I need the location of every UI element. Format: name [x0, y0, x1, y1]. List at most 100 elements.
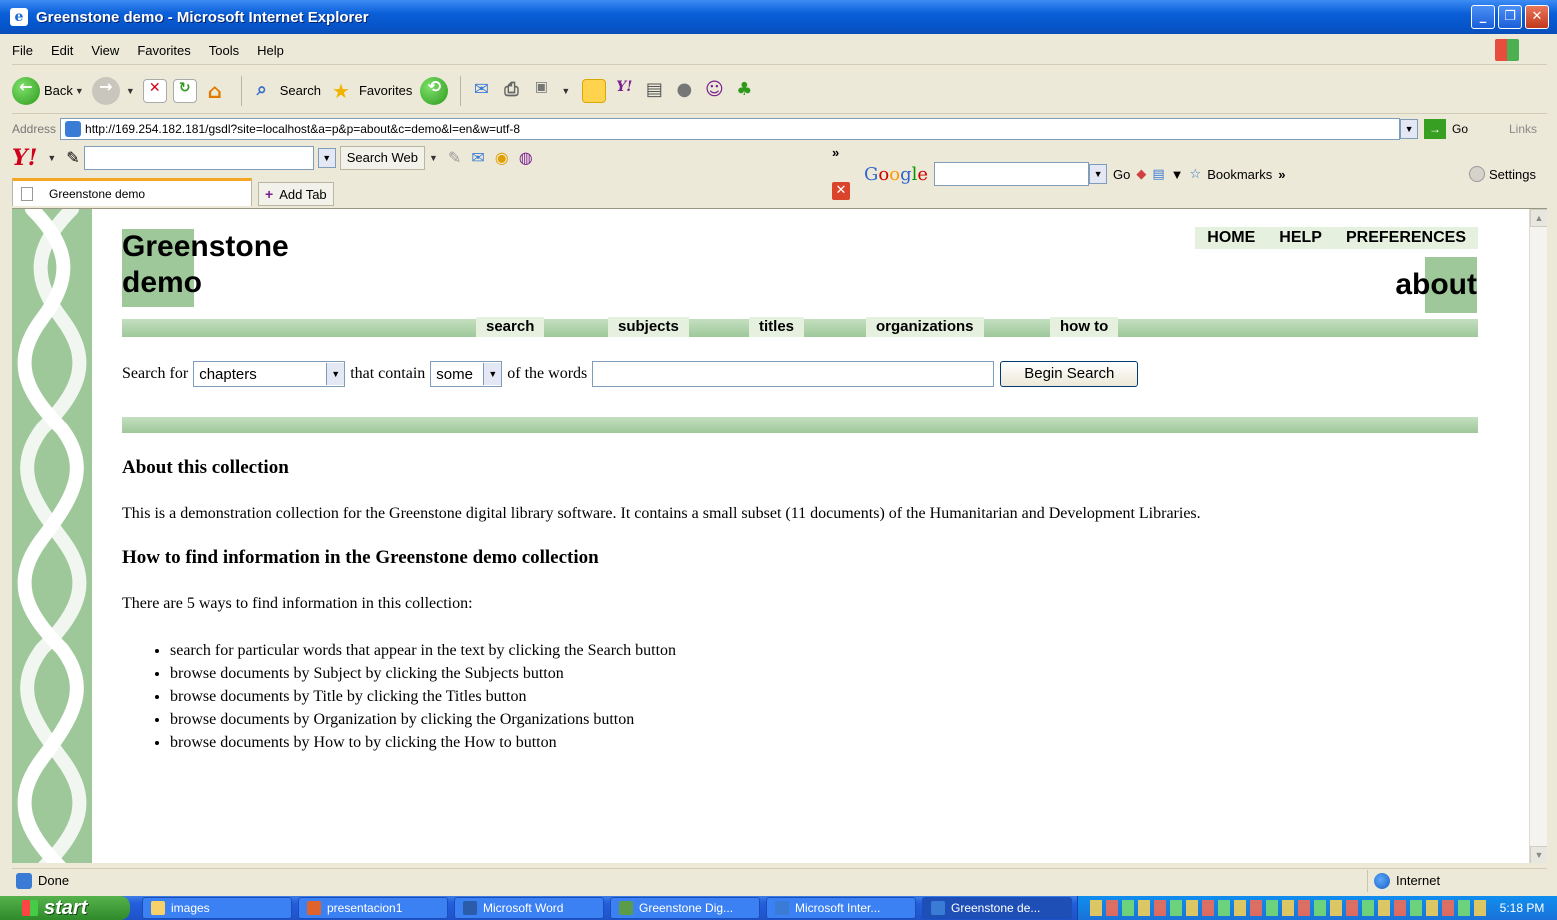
- messenger-icon[interactable]: ●: [672, 79, 696, 103]
- start-label: start: [44, 896, 88, 919]
- chevron-down-icon[interactable]: ▼: [429, 153, 438, 163]
- pencil-icon[interactable]: ✎: [66, 148, 79, 168]
- antispy-icon[interactable]: ◍: [519, 148, 533, 168]
- pagerank-icon[interactable]: ◆: [1136, 166, 1146, 182]
- nav-preferences[interactable]: PREFERENCES: [1334, 227, 1478, 249]
- begin-search-button[interactable]: Begin Search: [1000, 361, 1139, 387]
- google-logo-icon[interactable]: Google: [864, 164, 928, 185]
- menu-help[interactable]: Help: [257, 43, 284, 58]
- address-dropdown[interactable]: ▼: [1400, 118, 1419, 139]
- add-tab-button[interactable]: + Add Tab: [258, 182, 334, 206]
- search-index-select[interactable]: chapters ▼: [193, 361, 346, 387]
- google-settings-button[interactable]: Settings: [1469, 166, 1536, 182]
- task-microsoft-word[interactable]: Microsoft Word: [454, 897, 604, 919]
- chevron-right-icon[interactable]: »: [832, 145, 839, 160]
- task-label: Greenstone Dig...: [639, 901, 734, 915]
- globe-icon[interactable]: ◉: [495, 148, 509, 168]
- nav-home[interactable]: HOME: [1195, 227, 1267, 249]
- nav-organizations[interactable]: organizations: [866, 317, 984, 337]
- restore-button[interactable]: ❐: [1498, 5, 1522, 29]
- nav-how-to[interactable]: how to: [1050, 317, 1119, 337]
- collection-logo[interactable]: Greenstone demo: [122, 229, 312, 307]
- page-icon: [65, 120, 82, 137]
- forward-button[interactable]: → ▼: [91, 76, 135, 105]
- research-icon[interactable]: ▤: [642, 79, 666, 103]
- task-presentacion1[interactable]: presentacion1: [298, 897, 448, 919]
- edit-icon[interactable]: ▣: [529, 79, 553, 103]
- go-label: Go: [1452, 121, 1469, 136]
- chevron-down-icon[interactable]: ▼: [47, 153, 56, 163]
- nav-help[interactable]: HELP: [1267, 227, 1334, 249]
- ie-icon: e: [10, 8, 28, 26]
- status-text: Done: [38, 873, 70, 888]
- menu-edit[interactable]: Edit: [51, 43, 73, 58]
- favorites-label: Favorites: [358, 83, 413, 98]
- tray-icons[interactable]: [1090, 900, 1487, 916]
- chevron-down-icon[interactable]: ▼: [1171, 167, 1184, 182]
- scroll-up-icon[interactable]: ▲: [1530, 209, 1547, 227]
- google-search-input[interactable]: [934, 162, 1090, 186]
- window-controls: _ ❐ ✕: [1471, 5, 1549, 29]
- task-greenstone-demo[interactable]: Greenstone de...: [922, 897, 1072, 919]
- mail-icon[interactable]: ✉: [469, 79, 493, 103]
- search-label: Search: [279, 83, 321, 98]
- msn-icon[interactable]: ♣: [732, 79, 756, 103]
- links-button[interactable]: Links: [1509, 122, 1537, 136]
- google-search-dropdown[interactable]: ▼: [1089, 164, 1108, 184]
- scroll-down-icon[interactable]: ▼: [1530, 846, 1547, 863]
- address-input[interactable]: http://169.254.182.181/gsdl?site=localho…: [60, 117, 1401, 140]
- close-tab-icon[interactable]: ✕: [832, 182, 850, 200]
- yahoo-icon[interactable]: Y!: [612, 79, 636, 103]
- howto-heading: How to find information in the Greenston…: [122, 547, 599, 568]
- search-mode-select[interactable]: some ▼: [430, 361, 503, 387]
- back-label: Back: [44, 83, 73, 98]
- mail-icon[interactable]: ✉: [471, 148, 484, 168]
- google-bookmarks-button[interactable]: Bookmarks: [1207, 167, 1272, 182]
- print-icon[interactable]: ⎙: [499, 79, 523, 103]
- yahoo-messenger-icon[interactable]: ☺: [702, 79, 726, 103]
- chevron-down-icon[interactable]: ▼: [561, 86, 570, 96]
- task-microsoft-internet[interactable]: Microsoft Inter...: [766, 897, 916, 919]
- refresh-icon[interactable]: ↻: [172, 78, 197, 103]
- settings-label: Settings: [1489, 166, 1536, 182]
- system-tray: 5:18 PM: [1077, 896, 1557, 920]
- stop-icon[interactable]: ✕: [142, 78, 167, 103]
- yahoo-logo-icon[interactable]: Y!: [12, 145, 37, 171]
- bookmark-star-icon[interactable]: ☆: [1190, 166, 1202, 182]
- nav-subjects[interactable]: subjects: [608, 317, 689, 337]
- yahoo-search-input[interactable]: [83, 146, 314, 170]
- menu-file[interactable]: File: [12, 43, 33, 58]
- menu-favorites[interactable]: Favorites: [137, 43, 190, 58]
- yahoo-search-dropdown[interactable]: ▼: [317, 148, 336, 168]
- favorites-button[interactable]: ★ Favorites: [329, 79, 412, 103]
- menu-tools[interactable]: Tools: [209, 43, 239, 58]
- search-query-input[interactable]: [592, 361, 995, 387]
- close-button[interactable]: ✕: [1525, 5, 1549, 29]
- menu-view[interactable]: View: [91, 43, 119, 58]
- chevron-down-icon[interactable]: ▼: [75, 86, 84, 96]
- note-icon[interactable]: [582, 78, 607, 103]
- home-icon[interactable]: ⌂: [203, 79, 227, 103]
- logo-line-2: demo: [122, 266, 203, 299]
- history-icon[interactable]: ⟲: [420, 76, 449, 105]
- go-button[interactable]: → Go: [1424, 118, 1469, 139]
- popup-blocker-icon[interactable]: ▤: [1152, 166, 1164, 182]
- task-images[interactable]: images: [142, 897, 292, 919]
- nav-titles[interactable]: titles: [749, 317, 805, 337]
- google-toolbar: Google ▼ Go ◆ ▤ ▼ ☆ Bookmarks » Settings: [864, 160, 1554, 188]
- nav-search[interactable]: search: [476, 317, 545, 337]
- chevron-down-icon[interactable]: ▼: [126, 86, 135, 96]
- vertical-scrollbar[interactable]: ▲ ▼: [1529, 209, 1547, 863]
- task-greenstone-digital[interactable]: Greenstone Dig...: [610, 897, 760, 919]
- highlight-icon[interactable]: ✎: [448, 148, 461, 168]
- yahoo-search-web-button[interactable]: Search Web: [339, 146, 425, 170]
- globe-icon: [1374, 872, 1390, 889]
- minimize-button[interactable]: _: [1471, 5, 1495, 29]
- chevron-right-icon[interactable]: »: [1278, 167, 1285, 182]
- tab-greenstone-demo[interactable]: Greenstone demo: [12, 178, 252, 206]
- search-button[interactable]: ⌕ Search: [250, 79, 321, 103]
- about-content: About this collection This is a demonstr…: [122, 457, 1482, 754]
- start-button[interactable]: start: [0, 896, 130, 920]
- back-button[interactable]: ← Back ▼: [12, 76, 84, 105]
- google-go-button[interactable]: Go: [1113, 167, 1130, 182]
